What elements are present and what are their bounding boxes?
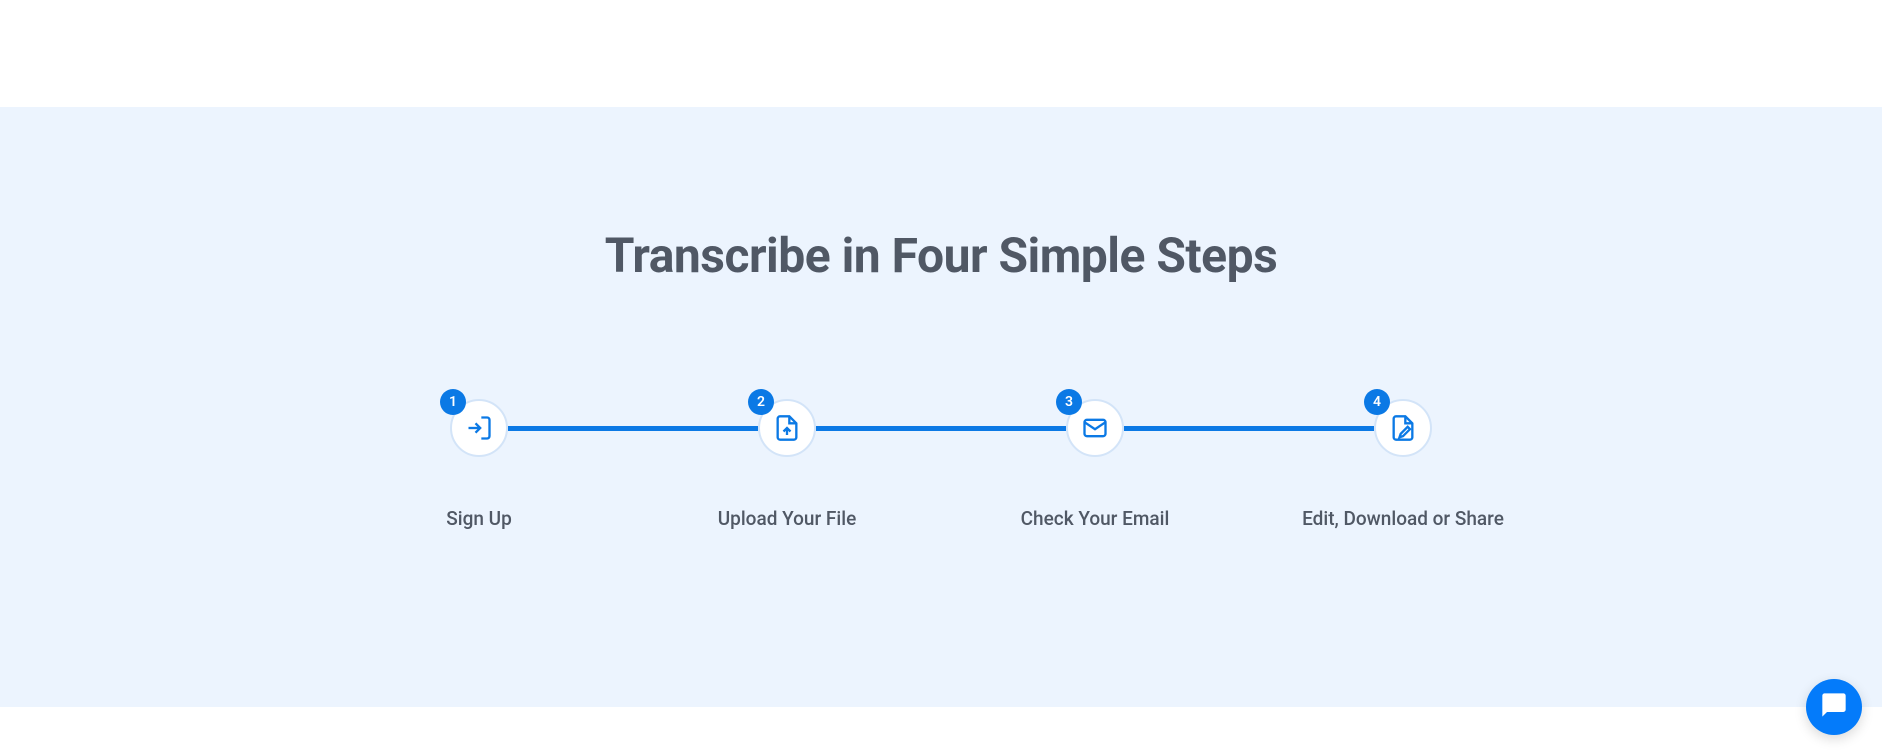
step-label: Check Your Email [1021, 507, 1170, 530]
chat-icon [1820, 691, 1848, 723]
file-upload-icon [773, 414, 801, 442]
step-label: Edit, Download or Share [1302, 507, 1504, 530]
step-icon-wrapper: 1 [450, 399, 508, 457]
step-icon-wrapper: 3 [1066, 399, 1124, 457]
steps-row: 1 Sign Up [450, 399, 1432, 457]
step-number-badge: 2 [748, 389, 774, 415]
steps-container: 1 Sign Up [450, 399, 1432, 457]
connector-line [816, 426, 1066, 431]
email-icon [1081, 414, 1109, 442]
connector-line [1124, 426, 1374, 431]
step-icon-wrapper: 4 [1374, 399, 1432, 457]
step-item-upload: 2 Upload Your [758, 399, 816, 457]
step-item-signup: 1 Sign Up [450, 399, 508, 457]
step-label: Upload Your File [718, 507, 857, 530]
step-number-badge: 1 [440, 389, 466, 415]
step-label: Sign Up [446, 507, 512, 530]
sign-in-icon [465, 414, 493, 442]
step-icon-wrapper: 2 [758, 399, 816, 457]
bottom-spacer [0, 707, 1882, 755]
top-spacer [0, 0, 1882, 107]
file-edit-icon [1389, 414, 1417, 442]
step-number-badge: 4 [1364, 389, 1390, 415]
section-title: Transcribe in Four Simple Steps [605, 227, 1277, 284]
step-item-email: 3 Check Your Email [1066, 399, 1124, 457]
chat-button[interactable] [1806, 679, 1862, 735]
connector-line [508, 426, 758, 431]
step-number-badge: 3 [1056, 389, 1082, 415]
steps-section: Transcribe in Four Simple Steps 1 [0, 107, 1882, 707]
step-item-edit: 4 Edit, Download or Share [1374, 399, 1432, 457]
